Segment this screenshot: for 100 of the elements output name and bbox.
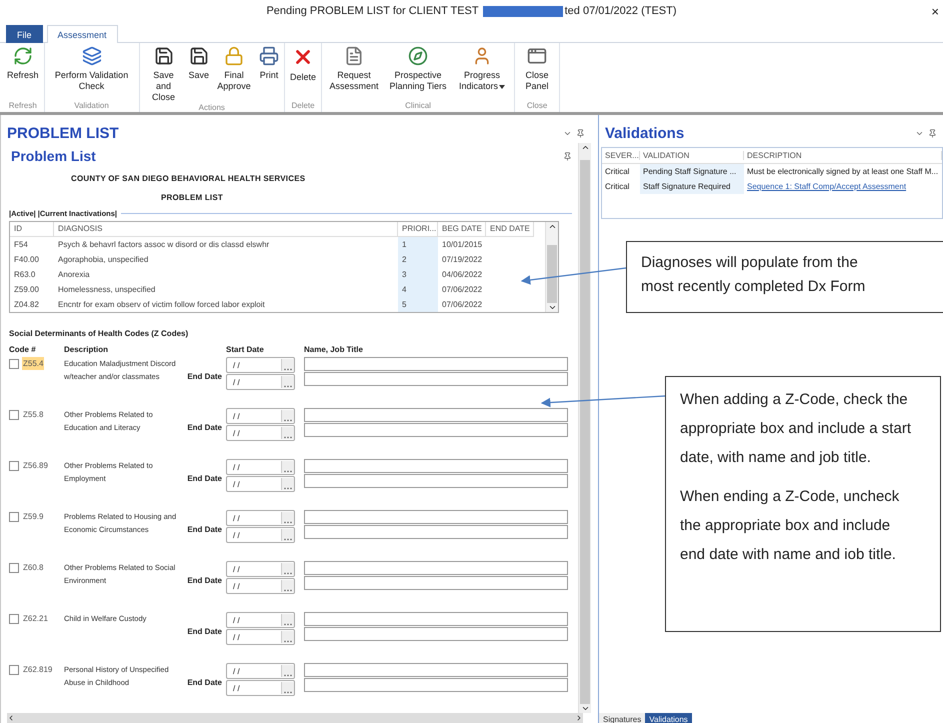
end-date-label: End Date [187, 575, 222, 587]
toolbar-button[interactable]: Print [256, 46, 282, 81]
date-field[interactable]: / / [226, 663, 295, 679]
horizontal-scrollbar[interactable] [7, 713, 583, 723]
toolbar-button[interactable]: Delete [287, 46, 320, 83]
pin-icon[interactable] [576, 128, 585, 138]
column-header[interactable]: DESCRIPTION [744, 151, 942, 160]
toolbar-button[interactable]: Request Assessment [324, 46, 384, 92]
table-cell-text: R63.0 [13, 269, 36, 281]
checkbox[interactable] [9, 563, 19, 573]
date-field[interactable]: / / [226, 629, 295, 645]
toolbar-button[interactable]: Close Panel [517, 46, 558, 92]
date-field[interactable]: / / [226, 612, 295, 628]
column-header: Description [64, 345, 110, 356]
scrollbar[interactable] [545, 222, 558, 312]
table-cell-text: Critical [604, 181, 630, 193]
group-label: Delete [290, 101, 316, 112]
code-label: Z56.89 [22, 460, 49, 472]
lock-icon [224, 46, 244, 66]
scroll-left-icon[interactable] [7, 714, 15, 722]
date-field[interactable]: / / [226, 459, 295, 475]
checkbox[interactable] [9, 359, 19, 369]
ellipsis-icon [284, 487, 292, 490]
date-field[interactable]: / / [226, 510, 295, 526]
date-field[interactable]: / / [226, 425, 295, 441]
document-icon [344, 46, 364, 66]
name-field[interactable] [304, 510, 568, 524]
callout-text: Diagnoses will populate from the most recently completed Dx Form [641, 253, 866, 297]
date-field[interactable]: / / [226, 357, 295, 373]
column-header[interactable]: DIAGNOSIS [54, 222, 398, 237]
pin-icon[interactable] [563, 152, 572, 160]
ribbon-tab[interactable]: Assessment [46, 25, 118, 43]
ellipsis-icon [284, 470, 292, 473]
toolbar-button[interactable]: Progress Indicators [452, 46, 512, 92]
column-header[interactable]: SEVER... [602, 151, 640, 160]
description-link[interactable]: Sequence 1: Staff Comp/Accept Assessment [744, 179, 942, 194]
date-field[interactable]: / / [226, 527, 295, 543]
checkbox[interactable] [9, 665, 19, 675]
panel-tab[interactable]: Signatures [599, 713, 646, 723]
ellipsis-icon [284, 385, 292, 388]
name-field[interactable] [304, 663, 568, 677]
toolbar-button[interactable]: Save [186, 46, 212, 81]
column-header[interactable]: VALIDATION [640, 151, 744, 160]
scroll-down-icon[interactable] [580, 704, 590, 713]
scrollbar[interactable] [578, 143, 591, 713]
name-field[interactable] [304, 627, 568, 641]
date-field[interactable]: / / [226, 476, 295, 492]
table-cell: Pending Staff Signature ... [640, 164, 744, 179]
name-field[interactable] [304, 525, 568, 539]
toolbar-button[interactable]: Prospective Planning Tiers [384, 46, 452, 92]
panel-tab[interactable]: Validations [645, 713, 692, 723]
name-field[interactable] [304, 612, 568, 626]
toolbar-button[interactable]: Perform Validation Check [46, 46, 137, 92]
close-button[interactable]: × [931, 4, 939, 19]
ellipsis-icon [284, 589, 292, 592]
date-field[interactable]: / / [226, 374, 295, 390]
table-cell-text: Homelessness, unspecified [57, 284, 156, 296]
table-cell-text: F40.00 [13, 254, 40, 266]
pin-icon[interactable] [928, 128, 937, 138]
section-title: Social Determinants of Health Codes (Z Codes) [9, 329, 190, 340]
toolbar-button[interactable]: Final Approve [212, 46, 256, 92]
date-field[interactable]: / / [226, 408, 295, 424]
name-field[interactable] [304, 474, 568, 488]
callout-text: When adding a Z-Code, check the appropriate box and include a start date, with name and job title. [680, 390, 912, 468]
checkbox[interactable] [9, 410, 19, 420]
callout-text: When ending a Z-Code, uncheck the appropriate box and include end date with name and iob title. [680, 487, 900, 565]
name-field[interactable] [304, 372, 568, 386]
name-field[interactable] [304, 357, 568, 371]
scroll-right-icon[interactable] [575, 714, 583, 722]
scroll-up-icon[interactable] [548, 222, 556, 231]
column-header[interactable]: ID [10, 222, 54, 237]
column-header[interactable]: BEG DATE [438, 222, 486, 237]
name-field[interactable] [304, 459, 568, 473]
date-field[interactable]: / / [226, 561, 295, 577]
table-cell-text: Z59.00 [13, 284, 40, 296]
checkbox[interactable] [9, 512, 19, 522]
code-label: Z60.8 [22, 562, 44, 574]
name-field[interactable] [304, 678, 568, 692]
form-heading: PROBLEM LIST [160, 192, 224, 204]
scroll-down-icon[interactable] [548, 303, 556, 312]
name-field[interactable] [304, 576, 568, 590]
date-field[interactable]: / / [226, 578, 295, 594]
section-title: Problem List [10, 148, 96, 164]
checkbox[interactable] [9, 461, 19, 471]
toolbar-button[interactable]: Refresh [4, 46, 42, 81]
name-field[interactable] [304, 408, 568, 422]
table-cell: 3 [398, 267, 438, 282]
toolbar-button[interactable]: Save and Close [142, 46, 186, 103]
checkbox[interactable] [9, 614, 19, 624]
table-cell-text: Z04.82 [13, 299, 40, 311]
name-field[interactable] [304, 423, 568, 437]
name-field[interactable] [304, 561, 568, 575]
date-field[interactable]: / / [226, 680, 295, 696]
ellipsis-icon [284, 640, 292, 643]
scroll-up-icon[interactable] [580, 143, 590, 152]
ellipsis-icon [284, 674, 292, 677]
ribbon-tab[interactable]: File [6, 25, 43, 43]
column-header[interactable]: END DATE [486, 222, 534, 237]
table-cell-text: Anorexia [57, 269, 91, 281]
table-cell-text: Must be electronically signed by at least one Staff M... [746, 166, 940, 178]
